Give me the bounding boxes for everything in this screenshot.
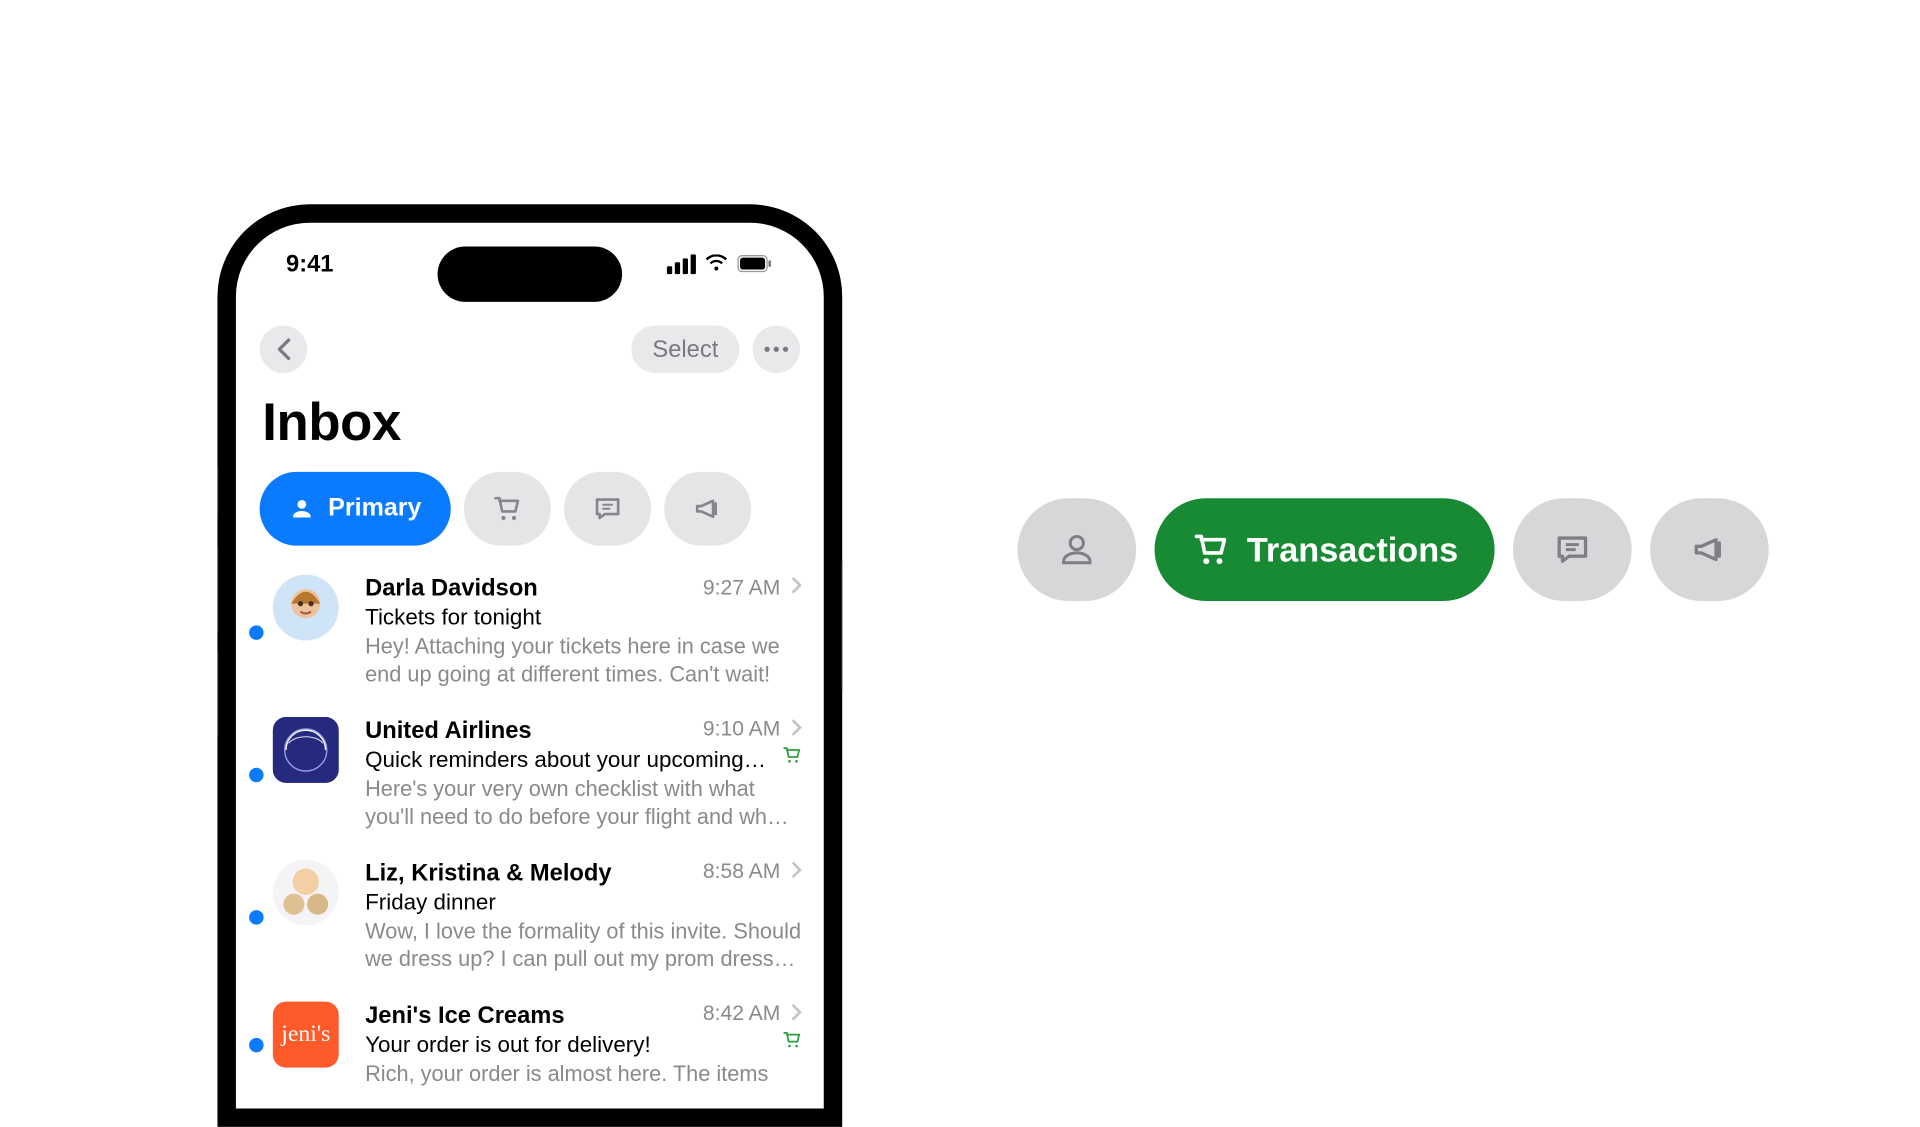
- email-time: 9:27 AM: [703, 577, 780, 601]
- avatar: [273, 575, 339, 641]
- cellular-icon: [667, 254, 696, 274]
- avatar: jeni's: [273, 1001, 339, 1067]
- megaphone-icon: [1690, 530, 1730, 570]
- select-button[interactable]: Select: [631, 326, 739, 373]
- email-preview: Rich, your order is almost here. The ite…: [365, 1060, 803, 1088]
- select-label: Select: [652, 335, 718, 363]
- pill-promotions[interactable]: [1651, 498, 1770, 601]
- email-row[interactable]: Darla Davidson 9:27 AM Tickets for tonig…: [236, 561, 824, 703]
- email-time: 8:58 AM: [703, 861, 780, 885]
- unread-dot-icon: [249, 767, 263, 781]
- phone-screen: 9:41: [236, 223, 824, 1109]
- tab-primary-label: Primary: [328, 494, 421, 523]
- email-row[interactable]: jeni's Jeni's Ice Creams 8:42 AM Your or…: [236, 988, 824, 1102]
- category-tabs: Primary: [236, 467, 824, 557]
- phone-side-button: [217, 468, 218, 515]
- cart-icon: [491, 493, 523, 525]
- phone-volume-up: [217, 547, 218, 634]
- person-icon: [1057, 530, 1097, 570]
- mail-toolbar: Select: [236, 318, 824, 381]
- email-subject: Your order is out for delivery!: [365, 1031, 774, 1057]
- megaphone-icon: [692, 493, 724, 525]
- status-time: 9:41: [286, 250, 333, 278]
- email-subject: Quick reminders about your upcoming…: [365, 747, 774, 773]
- person-icon: [289, 496, 315, 522]
- ellipsis-icon: [763, 345, 789, 353]
- tab-transactions[interactable]: [464, 472, 551, 546]
- unread-dot-icon: [249, 910, 263, 924]
- avatar: [273, 717, 339, 783]
- email-time: 8:42 AM: [703, 1003, 780, 1027]
- wifi-icon: [704, 254, 729, 272]
- email-sender: Jeni's Ice Creams: [365, 1001, 692, 1029]
- pill-updates[interactable]: [1514, 498, 1633, 601]
- pill-transactions[interactable]: Transactions: [1155, 498, 1496, 601]
- email-preview: Wow, I love the formality of this invite…: [365, 918, 803, 975]
- unread-dot-icon: [249, 625, 263, 639]
- email-preview: Hey! Attaching your tickets here in case…: [365, 634, 803, 691]
- battery-icon: [737, 254, 774, 272]
- avatar: [273, 859, 339, 925]
- chevron-right-icon: [791, 1003, 803, 1028]
- tab-primary[interactable]: Primary: [260, 472, 451, 546]
- iphone-frame: 9:41: [217, 204, 842, 1127]
- back-button[interactable]: [260, 326, 307, 373]
- pill-transactions-label: Transactions: [1247, 529, 1458, 570]
- phone-volume-down: [217, 650, 218, 737]
- chat-icon: [591, 493, 623, 525]
- pill-primary[interactable]: [1017, 498, 1136, 601]
- category-pills-detail: Transactions: [1017, 498, 1769, 601]
- email-preview: Here's your very own checklist with what…: [365, 776, 803, 833]
- dynamic-island: [438, 246, 623, 301]
- email-row[interactable]: Liz, Kristina & Melody 8:58 AM Friday di…: [236, 846, 824, 988]
- tab-updates[interactable]: [564, 472, 651, 546]
- chevron-right-icon: [791, 860, 803, 885]
- cart-tag-icon: [782, 745, 803, 773]
- unread-dot-icon: [249, 1038, 263, 1052]
- chat-icon: [1553, 530, 1593, 570]
- phone-power-button: [841, 560, 842, 692]
- email-subject: Friday dinner: [365, 889, 803, 915]
- cart-tag-icon: [782, 1030, 803, 1058]
- email-sender: United Airlines: [365, 717, 692, 745]
- cart-icon: [1191, 530, 1231, 570]
- email-sender: Liz, Kristina & Melody: [365, 859, 692, 887]
- page-title: Inbox: [236, 381, 824, 467]
- chevron-left-icon: [275, 337, 291, 361]
- more-button[interactable]: [753, 326, 800, 373]
- chevron-right-icon: [791, 718, 803, 743]
- email-subject: Tickets for tonight: [365, 605, 803, 631]
- email-list: Darla Davidson 9:27 AM Tickets for tonig…: [236, 556, 824, 1102]
- email-sender: Darla Davidson: [365, 575, 692, 603]
- email-row[interactable]: United Airlines 9:10 AM Quick reminders …: [236, 704, 824, 846]
- email-time: 9:10 AM: [703, 719, 780, 743]
- chevron-right-icon: [791, 576, 803, 601]
- tab-promotions[interactable]: [664, 472, 751, 546]
